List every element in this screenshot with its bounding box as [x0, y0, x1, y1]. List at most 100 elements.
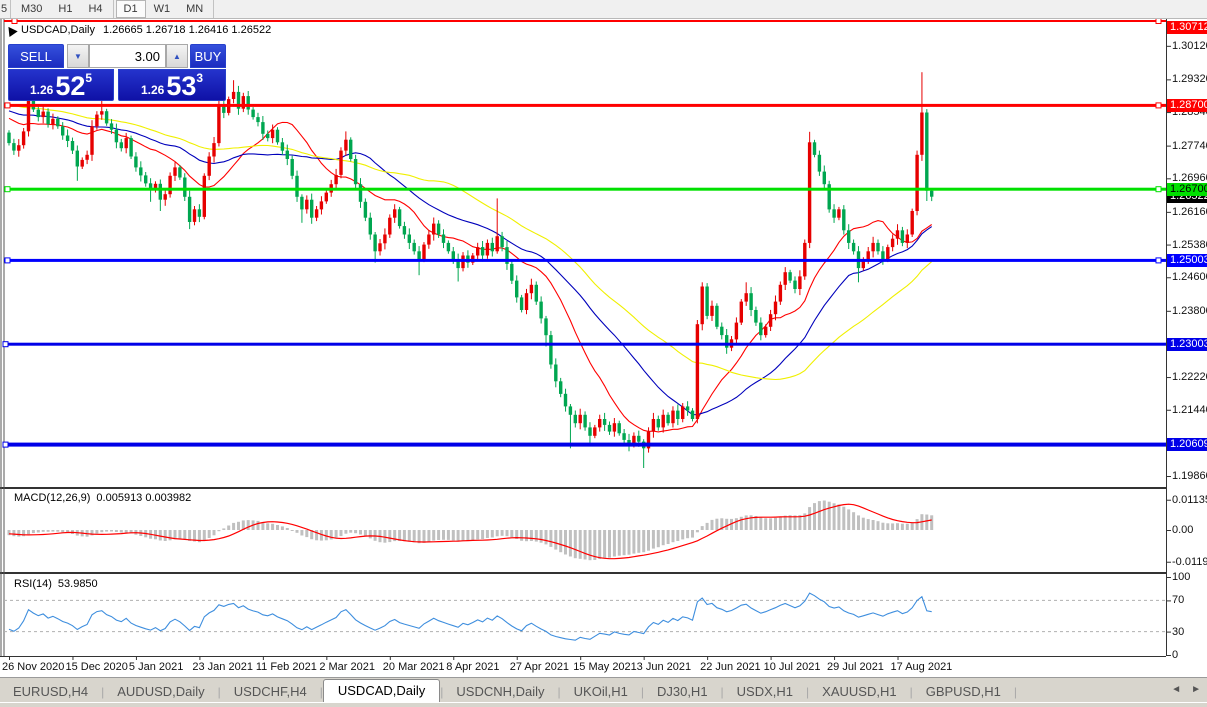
date-tick: [72, 656, 74, 660]
date-axis-label: 29 Jul 2021: [827, 661, 884, 673]
rsi-tick: [1166, 631, 1171, 633]
date-tick: [326, 656, 328, 660]
mt4-terminal: { "toolbar": { "partial_label": "5", "ti…: [0, 0, 1207, 707]
price-scale-label: 1.24600: [1172, 271, 1207, 284]
volume-decrease-button[interactable]: ▼: [67, 44, 89, 68]
rsi-line: [8, 592, 932, 641]
macd-tick: [1166, 530, 1171, 531]
timeframe-button-m30[interactable]: M30: [13, 0, 50, 18]
sell-price-prefix: 1.26: [29, 83, 54, 97]
macd-scale-label: 0.00: [1172, 524, 1194, 536]
chart-ohlc-readout: 1.26665 1.26718 1.26416 1.26522: [102, 24, 272, 36]
one-click-trade-panel: SELL ▼ ▲ BUY 1.26 52 5 1.26 53 3: [8, 44, 226, 101]
rsi-scale-label: 30: [1172, 625, 1185, 638]
chart-canvas[interactable]: [0, 0, 1207, 707]
price-tick: [1166, 476, 1171, 478]
buy-price-quote[interactable]: 1.26 53 3: [118, 69, 226, 101]
hline-anchor: [1155, 257, 1162, 264]
candlestick-series: [7, 72, 934, 468]
macd-readout: 0.005913 0.003982: [96, 492, 192, 504]
tab-USDCAD-Daily[interactable]: USDCAD,Daily: [322, 679, 441, 703]
buy-price-prefix: 1.26: [140, 83, 165, 97]
hline-anchor: [2, 441, 9, 448]
moving-average-line-50: [8, 103, 933, 381]
date-axis-label: 27 Apr 2021: [509, 661, 570, 673]
timeframe-button-h4[interactable]: H4: [80, 0, 110, 18]
macd-pane-border: [0, 487, 1166, 489]
tab-AUDUSD-Daily[interactable]: AUDUSD,Daily: [104, 681, 217, 703]
date-tick: [389, 656, 391, 660]
date-axis-label: 17 Aug 2021: [890, 661, 953, 673]
date-axis-label: 26 Nov 2020: [2, 661, 65, 673]
hline-price-badge: 1.25003: [1167, 253, 1207, 267]
price-tick: [1166, 145, 1171, 147]
chart-title: USDCAD,Daily 1.26665 1.26718 1.26416 1.2…: [4, 23, 272, 37]
horizontal-line-1.25003: [4, 258, 1166, 262]
horizontal-line-1.20609: [4, 442, 1166, 447]
macd-signal-line: [8, 503, 932, 560]
tab-USDCHF-H4[interactable]: USDCHF,H4: [221, 681, 320, 703]
hline-anchor: [1155, 102, 1162, 109]
tab-UKOil-H1[interactable]: UKOil,H1: [561, 681, 641, 703]
date-tick: [516, 656, 518, 660]
date-tick: [453, 656, 455, 660]
rsi-scale-label: 0: [1172, 649, 1179, 661]
date-tick: [199, 656, 201, 660]
volume-increase-button[interactable]: ▲: [166, 44, 188, 68]
buy-price-sup: 3: [196, 71, 204, 85]
timeframe-button-partial[interactable]: 5: [0, 3, 8, 15]
toolbar-separator: [213, 0, 215, 18]
timeframe-button-mn[interactable]: MN: [178, 0, 211, 18]
tab-DJ30-H1[interactable]: DJ30,H1: [644, 681, 721, 703]
price-tick: [1166, 112, 1171, 114]
hline-price-badge: 1.20609: [1167, 438, 1207, 452]
date-axis-label: 11 Feb 2021: [255, 661, 317, 673]
tab-EURUSD-H4[interactable]: EURUSD,H4: [0, 681, 101, 703]
volume-input[interactable]: [89, 44, 166, 68]
tab-USDCNH-Daily[interactable]: USDCNH,Daily: [443, 681, 557, 703]
tab-USDX-H1[interactable]: USDX,H1: [724, 681, 806, 703]
timeframe-button-w1[interactable]: W1: [146, 0, 179, 18]
price-scale-label: 1.27740: [1172, 139, 1207, 152]
date-tick: [707, 656, 709, 660]
sell-price-quote[interactable]: 1.26 52 5: [8, 69, 114, 101]
hline-price-badge: 1.30712: [1167, 20, 1207, 34]
chart-symbol-timeframe: USDCAD,Daily: [21, 24, 95, 36]
macd-tick: [1166, 561, 1171, 563]
tab-separator: |: [1013, 685, 1017, 699]
hline-price-badge: 1.28700: [1167, 98, 1207, 112]
plot-left-border: [3, 19, 5, 656]
price-tick: [1166, 45, 1171, 47]
date-tick: [770, 656, 772, 660]
sell-button[interactable]: SELL: [8, 44, 64, 68]
macd-name: MACD(12,26,9): [14, 492, 91, 504]
sell-price-sup: 5: [85, 71, 93, 85]
hline-anchor: [4, 186, 11, 193]
tab-GBPUSD-H1[interactable]: GBPUSD,H1: [913, 681, 1014, 703]
date-axis-label: 10 Jul 2021: [763, 661, 821, 673]
tabs-scroll-right-icon[interactable]: ►: [1191, 684, 1201, 695]
buy-button[interactable]: BUY: [190, 44, 226, 68]
horizontal-line-1.28700: [4, 103, 1166, 107]
price-tick: [1166, 409, 1171, 411]
date-tick: [135, 656, 137, 660]
sell-price-big: 52: [55, 71, 86, 101]
status-strip: [0, 702, 1207, 707]
price-scale-label: 1.22220: [1172, 371, 1207, 384]
date-axis-label: 20 Mar 2021: [382, 661, 445, 673]
date-axis-label: 3 Jun 2021: [636, 661, 692, 673]
price-scale-label: 1.19860: [1172, 470, 1207, 482]
macd-tick: [1166, 499, 1171, 501]
price-scale-label: 1.21440: [1172, 403, 1207, 416]
price-tick: [1166, 211, 1171, 213]
horizontal-line-1.30712: [4, 20, 1166, 22]
price-scale-label: 1.26160: [1172, 205, 1207, 218]
rsi-name: RSI(14): [14, 578, 52, 590]
timeframe-button-h1[interactable]: H1: [50, 0, 80, 18]
moving-average-line-16: [8, 117, 933, 433]
tab-XAUUSD-H1[interactable]: XAUUSD,H1: [809, 681, 909, 703]
timeframe-button-d1[interactable]: D1: [115, 0, 146, 18]
tabs-scroll-left-icon[interactable]: ◄: [1171, 684, 1181, 695]
date-axis-label: 22 Jun 2021: [700, 661, 761, 673]
timeframe-toolbar: 5 M30 H1 H4 D1 W1 MN: [0, 0, 1207, 19]
